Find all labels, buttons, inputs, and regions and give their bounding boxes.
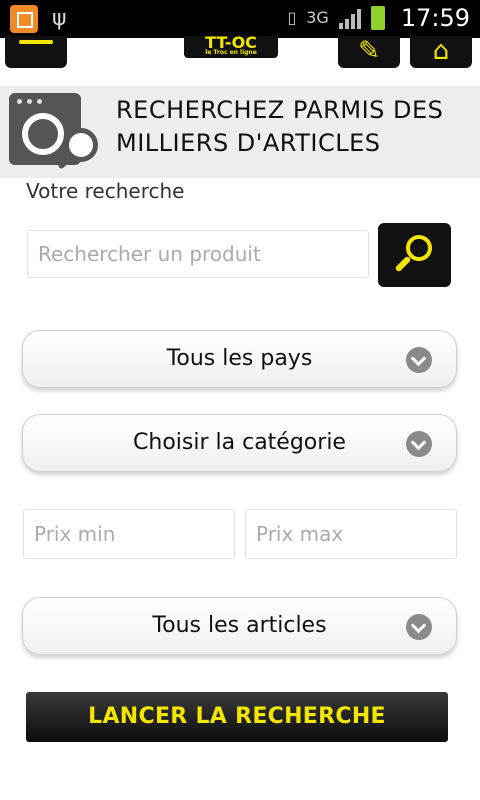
vibrate-icon: ▯ — [287, 8, 297, 27]
edit-button[interactable]: ✎ — [338, 36, 400, 68]
top-nav: TT-OC le Troc en ligne ✎ ⌂ — [0, 35, 480, 72]
chevron-down-icon — [406, 614, 432, 640]
3g-data-icon: 3G — [306, 8, 329, 27]
page-header: RECHERCHEZ PARMIS DES MILLIERS D'ARTICLE… — [0, 86, 480, 178]
launch-search-button[interactable]: LANCER LA RECHERCHE — [26, 692, 448, 742]
articles-select[interactable]: Tous les articles — [22, 597, 457, 655]
page-title: RECHERCHEZ PARMIS DES MILLIERS D'ARTICLE… — [116, 96, 444, 157]
usb-icon: ψ — [52, 6, 67, 31]
category-select[interactable]: Choisir la catégorie — [22, 414, 457, 472]
price-min-input[interactable] — [23, 509, 235, 559]
search-button[interactable] — [378, 223, 451, 287]
search-input[interactable] — [27, 230, 369, 278]
magnifier-overlay-icon — [64, 128, 98, 162]
country-select-label: Tous les pays — [166, 346, 313, 371]
search-label: Votre recherche — [26, 179, 185, 203]
home-icon: ⌂ — [432, 36, 450, 66]
status-time: 17:59 — [400, 4, 470, 32]
country-select[interactable]: Tous les pays — [22, 330, 457, 388]
pencil-icon: ✎ — [358, 36, 380, 66]
signal-icon — [338, 7, 361, 29]
menu-button[interactable] — [5, 36, 67, 68]
price-max-input[interactable] — [245, 509, 457, 559]
search-icon — [406, 235, 432, 261]
home-button[interactable]: ⌂ — [410, 36, 472, 68]
logo-subtext: le Troc en ligne — [205, 49, 257, 56]
app-notification-icon — [10, 5, 38, 33]
app-logo[interactable]: TT-OC le Troc en ligne — [184, 35, 278, 58]
chevron-down-icon — [406, 431, 432, 457]
category-select-label: Choisir la catégorie — [133, 430, 346, 455]
articles-select-label: Tous les articles — [152, 613, 327, 638]
chevron-down-icon — [406, 347, 432, 373]
battery-charging-icon — [370, 6, 385, 30]
menu-icon — [19, 40, 53, 44]
